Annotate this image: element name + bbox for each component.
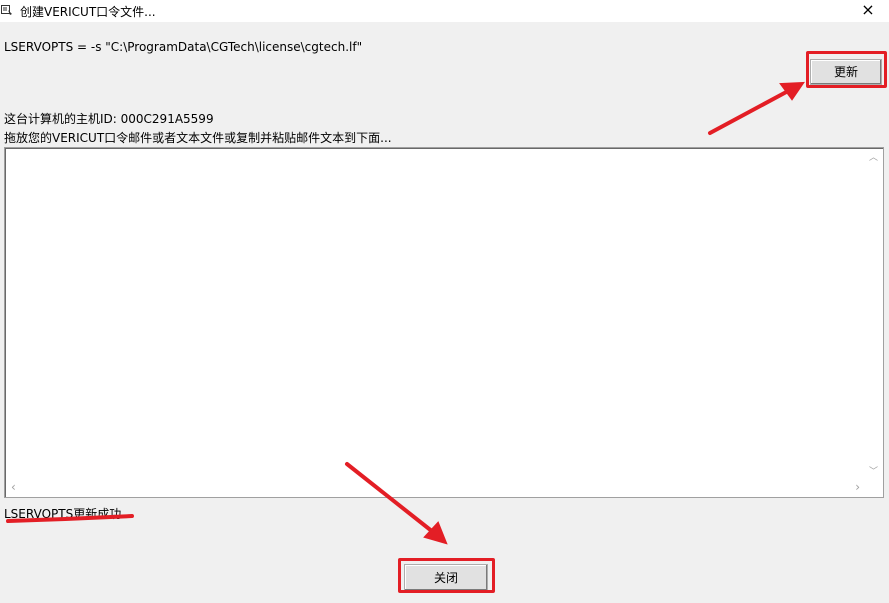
arrow-to-update	[708, 88, 792, 135]
scroll-right-arrow-icon[interactable]: ›	[855, 481, 860, 493]
scroll-left-arrow-icon[interactable]: ‹	[11, 481, 16, 493]
arrowhead-to-update	[779, 81, 805, 101]
lservopts-path-text: LSERVOPTS = -s "C:\ProgramData\CGTech\li…	[4, 40, 363, 54]
password-paste-area[interactable]: ︿ ﹀ ‹ ›	[4, 147, 884, 498]
instruction-text: 拖放您的VERICUT口令邮件或者文本文件或复制并粘贴邮件文本到下面...	[4, 131, 392, 145]
window-title: 创建VERICUT口令文件...	[20, 5, 156, 19]
app-icon	[1, 5, 12, 15]
title-bar: 创建VERICUT口令文件... ×	[0, 0, 889, 22]
horizontal-scrollbar[interactable]: ‹ ›	[6, 479, 866, 496]
create-vericut-password-dialog: 创建VERICUT口令文件... × LSERVOPTS = -s "C:\Pr…	[0, 0, 889, 603]
status-message: LSERVOPTS更新成功	[4, 507, 122, 521]
update-button-highlight	[806, 51, 887, 88]
close-icon[interactable]: ×	[859, 1, 877, 19]
scroll-down-arrow-icon[interactable]: ﹀	[869, 467, 878, 477]
host-id-text: 这台计算机的主机ID: 000C291A5599	[4, 112, 214, 126]
close-button-highlight	[398, 558, 495, 593]
scroll-up-arrow-icon[interactable]: ︿	[869, 153, 878, 163]
arrowhead-to-close	[423, 521, 448, 545]
vertical-scrollbar[interactable]: ︿ ﹀	[865, 149, 882, 481]
